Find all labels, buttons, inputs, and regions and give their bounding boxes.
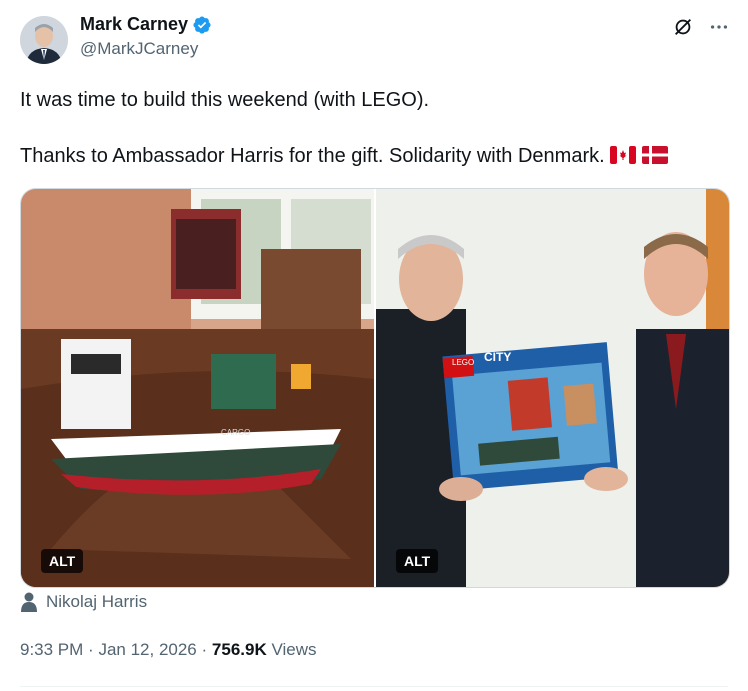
author-name[interactable]: Mark Carney [80, 14, 188, 35]
views-label: Views [271, 640, 317, 659]
views-count: 756.9K [211, 640, 267, 659]
alt-badge-2[interactable]: ALT [396, 549, 439, 573]
author-avatar[interactable] [20, 16, 68, 64]
tagged-user-name: Nikolaj Harris [46, 592, 148, 611]
meta-separator-1: · [88, 640, 94, 659]
grok-icon[interactable] [672, 16, 694, 38]
author-handle[interactable]: @MarkJCarney [80, 39, 212, 59]
tweet-line-2: Thanks to Ambassador Harris for the gift… [20, 142, 730, 170]
media-grid: CARGO ALT LEGO CITY ALT [20, 188, 730, 588]
media-photo-1[interactable]: CARGO ALT [21, 189, 374, 587]
svg-text:LEGO: LEGO [452, 358, 474, 367]
tweet-time[interactable]: 9:33 PM [20, 640, 83, 659]
svg-text:CITY: CITY [484, 350, 511, 364]
more-options-icon[interactable] [708, 16, 730, 38]
author-block: Mark Carney @MarkJCarney [80, 14, 212, 59]
tweet-meta: 9:33 PM · Jan 12, 2026 · 756.9K Views [20, 640, 317, 660]
lego-box-handover-photo: LEGO CITY [376, 189, 729, 587]
tweet-date[interactable]: Jan 12, 2026 [98, 640, 196, 659]
svg-text:CARGO: CARGO [221, 428, 250, 437]
tweet-actions-top [672, 16, 730, 38]
tagged-user[interactable]: Nikolaj Harris [20, 592, 147, 612]
verified-badge-icon[interactable] [192, 15, 212, 35]
person-icon [21, 592, 37, 612]
canada-flag-icon [610, 146, 637, 164]
divider [20, 686, 728, 687]
tweet-line-2-text: Thanks to Ambassador Harris for the gift… [20, 145, 605, 167]
tweet-text: It was time to build this weekend (with … [20, 86, 730, 170]
alt-badge-1[interactable]: ALT [41, 549, 84, 573]
meta-separator-2: · [201, 640, 208, 659]
media-photo-2[interactable]: LEGO CITY ALT [376, 189, 729, 587]
avatar-image [20, 16, 68, 64]
denmark-flag-icon [641, 146, 668, 164]
lego-ship-photo: CARGO [21, 189, 374, 587]
tweet-line-1: It was time to build this weekend (with … [20, 89, 430, 111]
